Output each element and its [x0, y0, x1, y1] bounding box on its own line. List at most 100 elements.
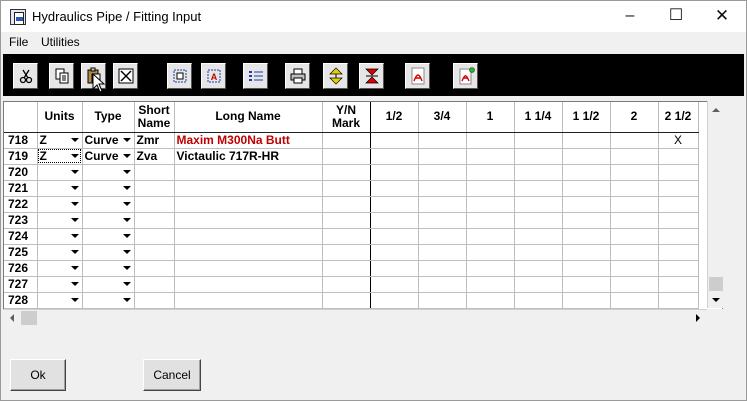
- header-units[interactable]: Units: [37, 102, 83, 133]
- table-row[interactable]: 727: [4, 276, 699, 293]
- type-dropdown[interactable]: Curve: [82, 132, 135, 149]
- type-dropdown[interactable]: [82, 244, 135, 261]
- size-1-1-2-cell[interactable]: [562, 180, 611, 197]
- header-size-3-4[interactable]: 3/4: [418, 102, 467, 133]
- size-2-1-2-cell[interactable]: [658, 180, 699, 197]
- short-name-cell[interactable]: [134, 292, 175, 309]
- units-dropdown[interactable]: [37, 180, 83, 197]
- size-1-1-4-cell[interactable]: [514, 196, 563, 213]
- expand-rows-button[interactable]: [323, 63, 348, 89]
- size-1-1-4-cell[interactable]: [514, 228, 563, 245]
- size-1-1-4-cell[interactable]: [514, 212, 563, 229]
- size-2-cell[interactable]: [610, 180, 659, 197]
- size-1-1-2-cell[interactable]: [562, 148, 611, 165]
- scroll-right-button[interactable]: [689, 310, 706, 326]
- size-1-1-2-cell[interactable]: [562, 212, 611, 229]
- table-row[interactable]: 721: [4, 180, 699, 197]
- long-name-cell[interactable]: [174, 260, 323, 277]
- size-1-2-cell[interactable]: [370, 196, 419, 213]
- size-1-1-2-cell[interactable]: [562, 228, 611, 245]
- units-dropdown[interactable]: [37, 260, 83, 277]
- size-1-cell[interactable]: [466, 244, 515, 261]
- select-area-button[interactable]: [167, 63, 192, 89]
- delete-button[interactable]: [113, 63, 138, 89]
- menu-utilities[interactable]: Utilities: [41, 35, 80, 49]
- ok-button[interactable]: Ok: [10, 359, 66, 391]
- short-name-cell[interactable]: [134, 180, 175, 197]
- header-size-2-1-2[interactable]: 2 1/2: [658, 102, 699, 133]
- size-1-2-cell[interactable]: [370, 164, 419, 181]
- list-button[interactable]: [243, 63, 268, 89]
- size-3-4-cell[interactable]: [418, 260, 467, 277]
- long-name-cell[interactable]: Victaulic 717R-HR: [174, 148, 323, 165]
- short-name-cell[interactable]: [134, 276, 175, 293]
- yn-mark-cell[interactable]: [322, 244, 371, 261]
- header-yn-mark[interactable]: Y/N Mark: [322, 102, 371, 133]
- pdf-button[interactable]: [405, 63, 430, 89]
- table-row[interactable]: 719 Z Curve Zva Victaulic 717R-HR: [4, 148, 699, 165]
- short-name-cell[interactable]: [134, 196, 175, 213]
- type-dropdown[interactable]: [82, 212, 135, 229]
- short-name-cell[interactable]: [134, 164, 175, 181]
- size-1-1-2-cell[interactable]: [562, 132, 611, 149]
- units-dropdown[interactable]: Z: [37, 132, 83, 149]
- short-name-cell[interactable]: [134, 260, 175, 277]
- yn-mark-cell[interactable]: [322, 180, 371, 197]
- units-dropdown[interactable]: Z: [37, 148, 83, 165]
- size-1-cell[interactable]: [466, 180, 515, 197]
- size-1-1-4-cell[interactable]: [514, 164, 563, 181]
- long-name-cell[interactable]: Maxim M300Na Butt: [174, 132, 323, 149]
- pdf-export-button[interactable]: [453, 63, 478, 89]
- size-2-cell[interactable]: [610, 148, 659, 165]
- size-2-1-2-cell[interactable]: [658, 244, 699, 261]
- size-1-2-cell[interactable]: [370, 180, 419, 197]
- size-2-cell[interactable]: [610, 292, 659, 309]
- size-1-2-cell[interactable]: [370, 148, 419, 165]
- table-row[interactable]: 723: [4, 212, 699, 229]
- size-1-cell[interactable]: [466, 228, 515, 245]
- print-button[interactable]: [285, 63, 310, 89]
- size-2-1-2-cell[interactable]: [658, 276, 699, 293]
- short-name-cell[interactable]: Zva: [134, 148, 175, 165]
- size-1-1-4-cell[interactable]: [514, 148, 563, 165]
- size-3-4-cell[interactable]: [418, 196, 467, 213]
- yn-mark-cell[interactable]: [322, 148, 371, 165]
- yn-mark-cell[interactable]: [322, 228, 371, 245]
- size-2-1-2-cell[interactable]: [658, 292, 699, 309]
- size-3-4-cell[interactable]: [418, 212, 467, 229]
- yn-mark-cell[interactable]: [322, 132, 371, 149]
- table-row[interactable]: 718 Z Curve Zmr Maxim M300Na Butt X: [4, 132, 699, 149]
- size-2-cell[interactable]: [610, 212, 659, 229]
- cut-button[interactable]: [13, 63, 38, 89]
- size-2-cell[interactable]: [610, 276, 659, 293]
- size-2-cell[interactable]: [610, 164, 659, 181]
- size-2-1-2-cell[interactable]: [658, 148, 699, 165]
- size-1-2-cell[interactable]: [370, 292, 419, 309]
- close-button[interactable]: ✕: [699, 1, 745, 31]
- short-name-cell[interactable]: Zmr: [134, 132, 175, 149]
- table-row[interactable]: 725: [4, 244, 699, 261]
- size-1-1-4-cell[interactable]: [514, 132, 563, 149]
- long-name-cell[interactable]: [174, 244, 323, 261]
- size-1-cell[interactable]: [466, 212, 515, 229]
- header-size-1-1-2[interactable]: 1 1/2: [562, 102, 611, 133]
- size-3-4-cell[interactable]: [418, 164, 467, 181]
- long-name-cell[interactable]: [174, 164, 323, 181]
- header-size-2[interactable]: 2: [610, 102, 659, 133]
- size-1-cell[interactable]: [466, 164, 515, 181]
- find-button[interactable]: A: [201, 63, 226, 89]
- size-2-1-2-cell[interactable]: [658, 196, 699, 213]
- long-name-cell[interactable]: [174, 228, 323, 245]
- header-long-name[interactable]: Long Name: [174, 102, 323, 133]
- size-1-cell[interactable]: [466, 292, 515, 309]
- size-3-4-cell[interactable]: [418, 228, 467, 245]
- size-1-cell[interactable]: [466, 196, 515, 213]
- vertical-scroll-thumb[interactable]: [709, 277, 723, 291]
- short-name-cell[interactable]: [134, 228, 175, 245]
- size-1-cell[interactable]: [466, 260, 515, 277]
- size-1-1-4-cell[interactable]: [514, 260, 563, 277]
- yn-mark-cell[interactable]: [322, 164, 371, 181]
- size-1-1-2-cell[interactable]: [562, 276, 611, 293]
- size-2-cell[interactable]: [610, 196, 659, 213]
- units-dropdown[interactable]: [37, 276, 83, 293]
